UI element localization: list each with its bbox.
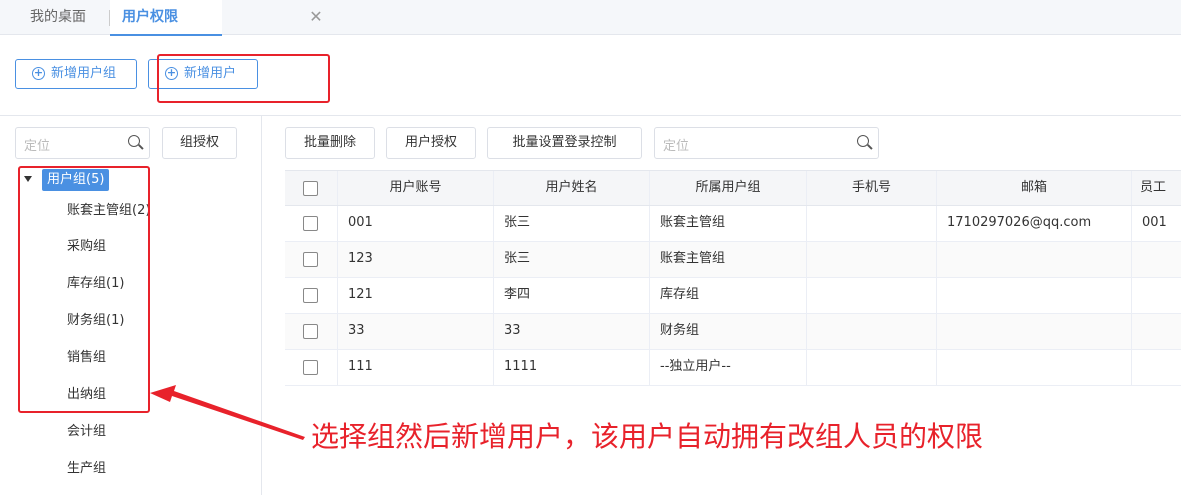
row-select-cell	[285, 350, 338, 385]
cell-group: 账套主管组	[650, 206, 807, 241]
cell-name: 33	[494, 314, 650, 349]
row-select-cell	[285, 242, 338, 277]
cell-phone	[807, 206, 937, 241]
cell-account: 123	[338, 242, 494, 277]
tab-my-desktop[interactable]: 我的桌面	[30, 0, 86, 35]
group-authorize-button[interactable]: 组授权	[162, 127, 237, 159]
row-checkbox[interactable]	[303, 252, 318, 267]
column-header[interactable]: 员工	[1132, 171, 1181, 205]
table-row[interactable]: 33 33 财务组	[285, 314, 1181, 350]
search-icon[interactable]	[128, 135, 140, 147]
cell-account: 001	[338, 206, 494, 241]
cell-account: 111	[338, 350, 494, 385]
row-checkbox[interactable]	[303, 288, 318, 303]
tab-bar: 我的桌面 用户权限 ✕	[0, 0, 1181, 36]
cell-group: 库存组	[650, 278, 807, 313]
search-placeholder: 定位	[663, 139, 690, 154]
add-user-group-label: 新增用户组	[51, 66, 117, 81]
cell-phone	[807, 350, 937, 385]
batch-login-control-button[interactable]: 批量设置登录控制	[487, 127, 642, 159]
cell-name: 张三	[494, 206, 650, 241]
cell-phone	[807, 314, 937, 349]
cell-employee	[1132, 278, 1181, 313]
tree-item[interactable]: 生产组	[67, 459, 106, 479]
user-authorize-button[interactable]: 用户授权	[386, 127, 476, 159]
tree-item[interactable]: 会计组	[67, 422, 106, 442]
plus-circle-icon: +	[32, 66, 45, 80]
cell-email	[937, 350, 1132, 385]
highlight-box-add-user	[157, 54, 330, 103]
column-header[interactable]: 邮箱	[937, 171, 1132, 205]
cell-email: 1710297026@qq.com	[937, 206, 1132, 241]
row-select-cell	[285, 206, 338, 241]
row-checkbox[interactable]	[303, 324, 318, 339]
tab-user-permissions[interactable]: 用户权限 ✕	[110, 0, 323, 36]
annotation-text: 选择组然后新增用户，该用户自动拥有改组人员的权限	[311, 420, 984, 453]
highlight-box-groups	[18, 166, 150, 413]
cell-employee	[1132, 242, 1181, 277]
cell-phone	[807, 242, 937, 277]
column-header[interactable]: 用户账号	[338, 171, 494, 205]
cell-email	[937, 242, 1132, 277]
row-checkbox[interactable]	[303, 360, 318, 375]
left-search-input[interactable]: 定位	[15, 127, 150, 159]
cell-name: 张三	[494, 242, 650, 277]
cell-employee	[1132, 314, 1181, 349]
cell-email	[937, 314, 1132, 349]
cell-group: 账套主管组	[650, 242, 807, 277]
select-all-checkbox[interactable]	[303, 181, 318, 196]
table-row[interactable]: 001 张三 账套主管组 1710297026@qq.com 001	[285, 206, 1181, 242]
row-select-cell	[285, 278, 338, 313]
row-select-cell	[285, 314, 338, 349]
search-placeholder: 定位	[24, 139, 51, 154]
close-icon[interactable]: ✕	[308, 8, 324, 26]
column-header[interactable]: 手机号	[807, 171, 937, 205]
right-search-input[interactable]: 定位	[654, 127, 879, 159]
cell-email	[937, 278, 1132, 313]
row-checkbox[interactable]	[303, 216, 318, 231]
table-row[interactable]: 111 1111 --独立用户--	[285, 350, 1181, 386]
cell-employee: 001	[1132, 206, 1181, 241]
cell-group: 财务组	[650, 314, 807, 349]
select-all-cell	[285, 171, 338, 205]
cell-phone	[807, 278, 937, 313]
table-row[interactable]: 121 李四 库存组	[285, 278, 1181, 314]
panel-divider	[261, 116, 262, 495]
add-user-group-button[interactable]: + 新增用户组	[15, 59, 137, 89]
column-header[interactable]: 用户姓名	[494, 171, 650, 205]
column-header[interactable]: 所属用户组	[650, 171, 807, 205]
cell-name: 1111	[494, 350, 650, 385]
tab-user-permissions-label: 用户权限	[122, 9, 178, 25]
cell-account: 121	[338, 278, 494, 313]
divider	[0, 115, 1181, 116]
cell-group: --独立用户--	[650, 350, 807, 385]
cell-account: 33	[338, 314, 494, 349]
batch-delete-button[interactable]: 批量删除	[285, 127, 375, 159]
cell-name: 李四	[494, 278, 650, 313]
search-icon[interactable]	[857, 135, 869, 147]
table-header: 用户账号 用户姓名 所属用户组 手机号 邮箱 员工	[285, 170, 1181, 206]
table-row[interactable]: 123 张三 账套主管组	[285, 242, 1181, 278]
cell-employee	[1132, 350, 1181, 385]
